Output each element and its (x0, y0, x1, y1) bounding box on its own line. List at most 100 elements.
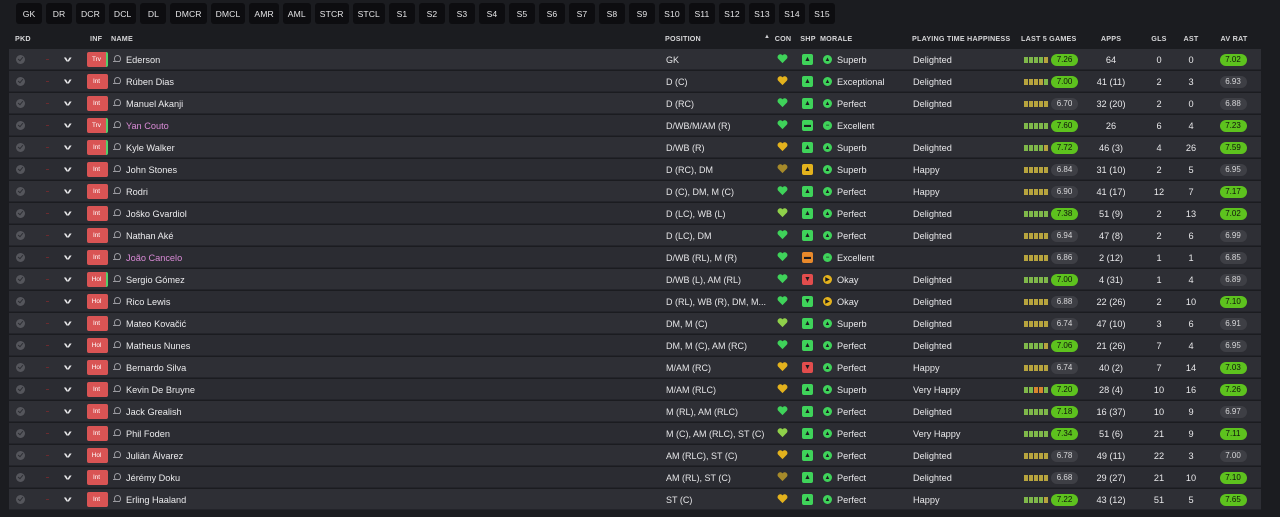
filter-button-dmcl[interactable]: DMCL (210, 3, 246, 24)
picked-status[interactable] (16, 401, 25, 422)
picked-status[interactable] (16, 313, 25, 334)
name-cell[interactable]: Joško Gvardiol (113, 203, 187, 224)
row-menu-dropdown[interactable]: v (64, 225, 72, 246)
table-row[interactable]: v Trv Yan Couto D/WB/M/AM (R) ▬ − Excell… (9, 115, 1261, 136)
influence-badge[interactable]: Hol (87, 448, 108, 463)
player-name[interactable]: Rodri (126, 187, 148, 197)
row-menu-dropdown[interactable]: v (64, 115, 72, 136)
filter-button-s1[interactable]: S1 (388, 3, 415, 24)
player-name[interactable]: Julián Álvarez (126, 451, 183, 461)
col-playing-time-happiness[interactable]: PLAYING TIME HAPPINESS (912, 34, 1010, 43)
name-cell[interactable]: Manuel Akanji (113, 93, 183, 114)
player-name[interactable]: Erling Haaland (126, 495, 186, 505)
picked-status[interactable] (16, 291, 25, 312)
influence-badge[interactable]: Int (87, 162, 108, 177)
table-row[interactable]: v Int Kyle Walker D/WB (R) ▲ ▲ Superb De… (9, 137, 1261, 158)
table-row[interactable]: v Int Jack Grealish M (RL), AM (RLC) ▲ ▲… (9, 401, 1261, 422)
picked-status[interactable] (16, 357, 25, 378)
table-row[interactable]: v Trv Ederson GK ▲ ▲ Superb Delighted 7.… (9, 49, 1261, 70)
name-cell[interactable]: Yan Couto (113, 115, 169, 136)
name-cell[interactable]: Kyle Walker (113, 137, 175, 158)
player-name[interactable]: Matheus Nunes (126, 341, 190, 351)
filter-button-s2[interactable]: S2 (418, 3, 445, 24)
influence-badge[interactable]: Int (87, 96, 108, 111)
table-row[interactable]: v Int João Cancelo D/WB (RL), M (R) ▬ − … (9, 247, 1261, 268)
player-name[interactable]: Sergio Gómez (126, 275, 185, 285)
table-row[interactable]: v Int Kevin De Bruyne M/AM (RLC) ▲ ▲ Sup… (9, 379, 1261, 400)
influence-badge[interactable]: Int (87, 492, 108, 507)
filter-button-stcl[interactable]: STCL (352, 3, 385, 24)
col-av-rat[interactable]: AV RAT (1221, 34, 1248, 43)
row-menu-dropdown[interactable]: v (64, 159, 72, 180)
influence-badge[interactable]: Int (87, 316, 108, 331)
row-menu-dropdown[interactable]: v (64, 445, 72, 466)
row-menu-dropdown[interactable]: v (64, 313, 72, 334)
picked-status[interactable] (16, 71, 25, 92)
filter-button-gk[interactable]: GK (16, 3, 42, 24)
influence-badge[interactable]: Int (87, 184, 108, 199)
player-name[interactable]: John Stones (126, 165, 177, 175)
influence-badge[interactable]: Int (87, 426, 108, 441)
name-cell[interactable]: Jérémy Doku (113, 467, 180, 488)
col-con[interactable]: CON (775, 34, 792, 43)
col-name[interactable]: NAME (111, 34, 133, 43)
filter-button-aml[interactable]: AML (282, 3, 311, 24)
row-menu-dropdown[interactable]: v (64, 247, 72, 268)
player-name[interactable]: Rúben Dias (126, 77, 174, 87)
picked-status[interactable] (16, 225, 25, 246)
row-menu-dropdown[interactable]: v (64, 49, 72, 70)
table-row[interactable]: v Int Phil Foden M (C), AM (RLC), ST (C)… (9, 423, 1261, 444)
row-menu-dropdown[interactable]: v (64, 291, 72, 312)
name-cell[interactable]: Bernardo Silva (113, 357, 186, 378)
influence-badge[interactable]: Trv (87, 52, 108, 67)
col-apps[interactable]: APPS (1101, 34, 1121, 43)
player-name[interactable]: Ederson (126, 55, 160, 65)
picked-status[interactable] (16, 247, 25, 268)
filter-button-s9[interactable]: S9 (628, 3, 655, 24)
name-cell[interactable]: Matheus Nunes (113, 335, 190, 356)
table-row[interactable]: v Int Jérémy Doku AM (RL), ST (C) ▲ ▲ Pe… (9, 467, 1261, 488)
name-cell[interactable]: Sergio Gómez (113, 269, 185, 290)
influence-badge[interactable]: Int (87, 74, 108, 89)
picked-status[interactable] (16, 159, 25, 180)
table-row[interactable]: v Hol Matheus Nunes DM, M (C), AM (RC) ▲… (9, 335, 1261, 356)
table-row[interactable]: v Int Rodri D (C), DM, M (C) ▲ ▲ Perfect… (9, 181, 1261, 202)
filter-button-s3[interactable]: S3 (448, 3, 475, 24)
name-cell[interactable]: Kevin De Bruyne (113, 379, 195, 400)
row-menu-dropdown[interactable]: v (64, 203, 72, 224)
player-name[interactable]: Nathan Aké (126, 231, 174, 241)
picked-status[interactable] (16, 489, 25, 510)
col-position[interactable]: POSITION (665, 34, 701, 43)
table-row[interactable]: v Hol Julián Álvarez AM (RLC), ST (C) ▲ … (9, 445, 1261, 466)
filter-button-stcr[interactable]: STCR (314, 3, 349, 24)
table-row[interactable]: v Hol Sergio Gómez D/WB (L), AM (RL) ▼ ▶… (9, 269, 1261, 290)
col-shp[interactable]: SHP (800, 34, 815, 43)
picked-status[interactable] (16, 423, 25, 444)
col-gls[interactable]: GLS (1151, 34, 1166, 43)
row-menu-dropdown[interactable]: v (64, 137, 72, 158)
influence-badge[interactable]: Int (87, 382, 108, 397)
influence-badge[interactable]: Hol (87, 338, 108, 353)
picked-status[interactable] (16, 335, 25, 356)
influence-badge[interactable]: Int (87, 206, 108, 221)
filter-button-s5[interactable]: S5 (508, 3, 535, 24)
picked-status[interactable] (16, 49, 25, 70)
filter-button-s4[interactable]: S4 (478, 3, 505, 24)
name-cell[interactable]: Mateo Kovačić (113, 313, 186, 334)
picked-status[interactable] (16, 203, 25, 224)
name-cell[interactable]: Phil Foden (113, 423, 170, 444)
player-name[interactable]: João Cancelo (126, 253, 182, 263)
col-last-5-games[interactable]: LAST 5 GAMES (1021, 34, 1077, 43)
picked-status[interactable] (16, 181, 25, 202)
row-menu-dropdown[interactable]: v (64, 71, 72, 92)
player-name[interactable]: Phil Foden (126, 429, 170, 439)
influence-badge[interactable]: Hol (87, 360, 108, 375)
player-name[interactable]: Joško Gvardiol (126, 209, 187, 219)
picked-status[interactable] (16, 93, 25, 114)
picked-status[interactable] (16, 137, 25, 158)
row-menu-dropdown[interactable]: v (64, 423, 72, 444)
col-ast[interactable]: AST (1184, 34, 1199, 43)
table-row[interactable]: v Int Rúben Dias D (C) ▲ ▲ Exceptional D… (9, 71, 1261, 92)
table-row[interactable]: v Hol Rico Lewis D (RL), WB (R), DM, M..… (9, 291, 1261, 312)
name-cell[interactable]: John Stones (113, 159, 177, 180)
